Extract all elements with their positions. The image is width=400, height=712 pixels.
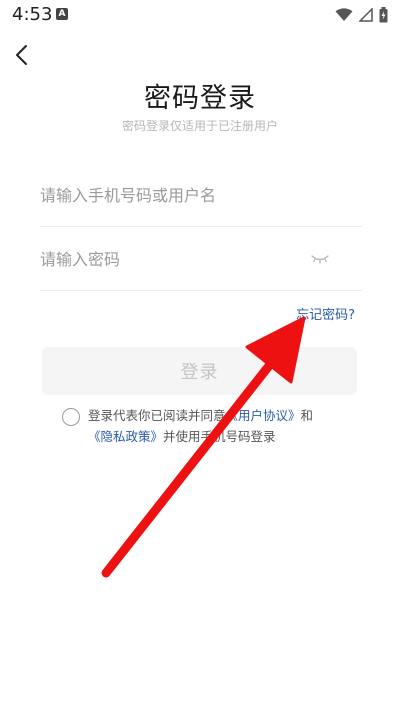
notification-icon: A	[56, 8, 68, 20]
agreement-suffix: 并使用手机号码登录	[163, 429, 276, 444]
phone-field	[40, 172, 362, 227]
login-button[interactable]: 登录	[42, 347, 357, 395]
signal-icon	[359, 8, 373, 22]
status-bar: 4:53 A	[0, 0, 400, 30]
chevron-left-icon	[16, 45, 27, 65]
agreement-text: 登录代表你已阅读并同意《用户协议》和《隐私政策》并使用手机号码登录	[88, 405, 338, 447]
status-time: 4:53	[12, 4, 53, 25]
agreement-checkbox[interactable]	[62, 408, 80, 426]
battery-icon	[379, 7, 388, 23]
password-field	[40, 238, 362, 291]
agreement-and: 和	[300, 408, 314, 423]
wifi-icon	[335, 8, 353, 21]
forgot-password-link[interactable]: 忘记密码?	[296, 304, 355, 323]
status-icons	[335, 6, 388, 24]
page-subtitle: 密码登录仅适用于已注册用户	[121, 119, 278, 133]
password-visibility-toggle[interactable]	[310, 251, 330, 267]
page-title: 密码登录	[144, 83, 256, 114]
agreement-prefix: 登录代表你已阅读并同意	[88, 408, 226, 423]
password-input[interactable]	[40, 238, 310, 280]
user-agreement-link[interactable]: 《用户协议》	[226, 408, 301, 423]
login-screen: 4:53 A 密码登录 密码登录仅适用于已注册用户 请输入手机号码或用户名 忘记…	[0, 0, 400, 712]
privacy-policy-link[interactable]: 《隐私政策》	[88, 429, 163, 444]
back-button[interactable]	[10, 42, 36, 68]
phone-input[interactable]	[40, 172, 310, 218]
eye-closed-icon	[311, 255, 329, 264]
